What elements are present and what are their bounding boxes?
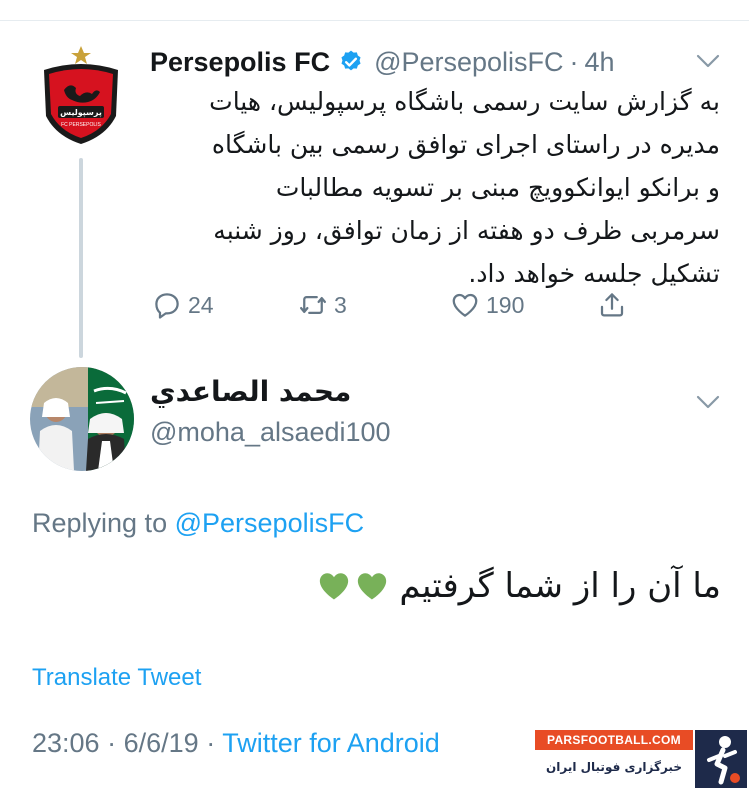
replying-prefix: Replying to <box>32 508 168 538</box>
reply-button[interactable]: 24 <box>152 282 214 328</box>
tweet-line: مدیره در راستای اجرای توافق رسمی بین باش… <box>211 130 720 159</box>
thread-line <box>79 158 83 358</box>
like-button[interactable]: 190 <box>450 282 524 328</box>
reply-icon <box>155 293 179 319</box>
watermark-tagline: خبرگزاری فوتبال ایران <box>535 752 693 782</box>
top-divider <box>0 20 749 21</box>
tweet-date: 6/6/19 <box>123 728 199 758</box>
persepolis-logo-icon[interactable]: پرسپولیس FC PERSEPOLIS <box>36 44 126 148</box>
reply-tweet-text: ما آن را از شما گرفتیم <box>317 556 721 616</box>
tweet-line: به گزارش سایت رسمی باشگاه پرسپولیس، هیات <box>209 87 720 116</box>
tweet-time: 23:06 <box>32 728 100 758</box>
green-heart-icon <box>320 573 349 600</box>
parent-display-name[interactable]: Persepolis FC <box>150 47 330 78</box>
separator-dot: · <box>569 46 579 77</box>
chevron-down-icon[interactable] <box>696 54 720 68</box>
parsfootball-watermark: PARSFOOTBALL.COM خبرگزاری فوتبال ایران <box>535 730 747 788</box>
share-icon <box>600 293 624 317</box>
reply-handle[interactable]: @moha_alsaedi100 <box>150 417 391 448</box>
separator-dot: · <box>206 728 216 758</box>
chevron-down-icon[interactable] <box>696 395 720 409</box>
share-button[interactable] <box>597 282 627 328</box>
retweet-icon <box>300 296 326 314</box>
parent-tweet-text: به گزارش سایت رسمی باشگاه پرسپولیس، هیات… <box>150 80 720 295</box>
tweet-meta: 23:06 · 6/6/19 · Twitter for Android <box>32 728 440 759</box>
parent-timestamp[interactable]: 4h <box>585 47 615 78</box>
heart-icon <box>452 293 478 317</box>
replying-to: Replying to @PersepolisFC <box>32 508 364 539</box>
verified-badge-icon <box>341 50 361 71</box>
replying-mention-link[interactable]: @PersepolisFC <box>175 508 364 538</box>
parsfootball-logo-icon <box>695 730 747 788</box>
translate-tweet-link[interactable]: Translate Tweet <box>32 664 201 692</box>
emoji-group <box>317 569 389 603</box>
tweet-line: و برانکو ایوانکوویچ مبنی بر تسویه مطالبا… <box>275 173 720 202</box>
retweet-button[interactable]: 3 <box>298 282 347 328</box>
parent-tweet-header: Persepolis FC @PersepolisFC · 4h <box>150 44 615 80</box>
retweet-count: 3 <box>334 291 347 318</box>
tweet-line: سرمربی ظرف دو هفته از زمان توافق، روز شن… <box>213 216 720 245</box>
reply-text: ما آن را از شما گرفتیم <box>399 566 721 606</box>
tweet-actions: 24 3 190 <box>150 282 650 328</box>
green-heart-icon <box>358 573 387 600</box>
reply-display-name[interactable]: محمد الصاعدي <box>150 375 351 408</box>
parent-handle[interactable]: @PersepolisFC <box>374 47 563 78</box>
avatar[interactable] <box>30 367 134 471</box>
separator-dot: · <box>107 728 117 758</box>
reply-count: 24 <box>188 291 214 318</box>
watermark-site: PARSFOOTBALL.COM <box>535 730 693 750</box>
tweet-source-link[interactable]: Twitter for Android <box>222 728 440 758</box>
like-count: 190 <box>486 291 525 318</box>
logo-text: پرسپولیس <box>60 108 102 118</box>
logo-caption: FC PERSEPOLIS <box>61 122 101 128</box>
